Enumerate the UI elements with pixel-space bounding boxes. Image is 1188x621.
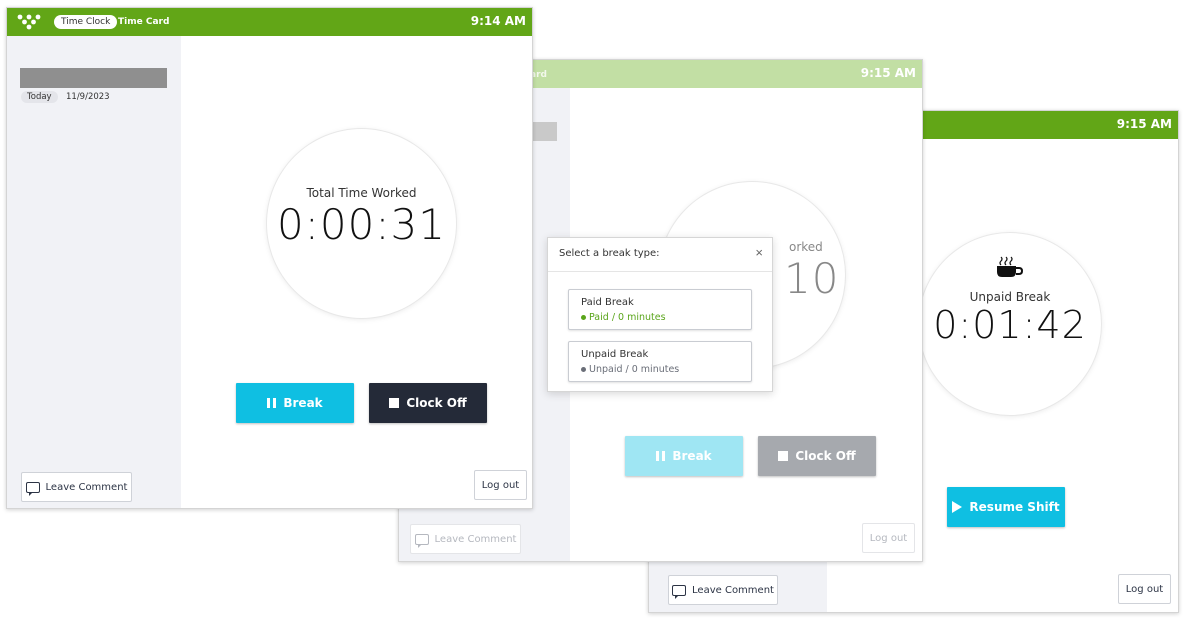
coffee-cup-icon xyxy=(994,255,1024,279)
leave-comment-label: Leave Comment xyxy=(45,481,128,493)
leave-comment-button[interactable]: Leave Comment xyxy=(668,575,778,605)
total-time-circle: Total Time Worked 0:00:31 xyxy=(267,129,456,318)
logout-label: Log out xyxy=(869,532,908,544)
break-timer: 0:01:42 xyxy=(933,303,1087,347)
sidebar: Today 11/9/2023 xyxy=(7,36,181,508)
redacted-employee-name xyxy=(20,68,167,88)
clock-off-label: Clock Off xyxy=(795,449,856,463)
break-timer-circle: Unpaid Break 0:01:42 xyxy=(919,233,1101,415)
paid-break-sub: Paid / 0 minutes xyxy=(589,312,666,323)
total-time-timer: 0:00:31 xyxy=(277,200,446,249)
resume-shift-button[interactable]: Resume Shift xyxy=(947,487,1065,527)
clock-time: 9:14 AM xyxy=(470,14,526,28)
comment-icon xyxy=(414,533,429,548)
paid-break-name: Paid Break xyxy=(581,297,634,308)
break-button[interactable]: Break xyxy=(236,383,354,423)
break-button-disabled[interactable]: Break xyxy=(625,436,743,476)
current-date: 11/9/2023 xyxy=(66,92,110,102)
leave-comment-label: Leave Comment xyxy=(692,584,774,596)
logout-label: Log out xyxy=(1125,583,1164,595)
logout-button[interactable]: Log out xyxy=(862,523,915,553)
dialog-title: Select a break type: xyxy=(559,248,660,259)
paid-break-option[interactable]: Paid Break Paid / 0 minutes xyxy=(568,289,752,330)
total-time-label: Total Time Worked xyxy=(306,186,417,200)
screen-clocked-in: Time Clock Time Card 9:14 AM Today 11/9/… xyxy=(6,7,533,509)
break-label: Break xyxy=(672,449,712,463)
break-type-dialog: Select a break type: × Paid Break Paid /… xyxy=(547,237,773,392)
logout-button[interactable]: Log out xyxy=(474,470,527,500)
total-time-label-partial: orked xyxy=(789,240,823,254)
clock-off-label: Clock Off xyxy=(406,396,467,410)
paid-status-dot xyxy=(581,315,586,320)
dialog-divider xyxy=(548,271,772,272)
top-bar: Time Clock Time Card 9:14 AM xyxy=(7,8,532,36)
leave-comment-button[interactable]: Leave Comment xyxy=(21,472,132,502)
clock-off-button-disabled[interactable]: Clock Off xyxy=(758,436,876,476)
stop-icon xyxy=(389,398,400,408)
leave-comment-label: Leave Comment xyxy=(434,533,517,545)
play-icon xyxy=(952,501,963,513)
break-label: Break xyxy=(283,396,323,410)
pause-icon xyxy=(656,451,666,461)
timer-partial: 10 xyxy=(784,254,840,303)
leave-comment-button[interactable]: Leave Comment xyxy=(410,524,521,554)
comment-icon xyxy=(25,481,40,496)
logout-label: Log out xyxy=(481,479,520,491)
close-icon[interactable]: × xyxy=(755,245,763,260)
clock-time: 9:15 AM xyxy=(1116,117,1172,131)
unpaid-break-sub: Unpaid / 0 minutes xyxy=(589,364,680,375)
clock-time: 9:15 AM xyxy=(860,66,916,80)
unpaid-break-name: Unpaid Break xyxy=(581,349,649,360)
pause-icon xyxy=(267,398,277,408)
logout-button[interactable]: Log out xyxy=(1118,574,1171,604)
tab-time-card[interactable]: Time Card xyxy=(118,17,169,27)
stop-icon xyxy=(778,451,789,461)
clock-off-button[interactable]: Clock Off xyxy=(369,383,487,423)
app-logo-icon xyxy=(17,14,41,30)
break-type-label: Unpaid Break xyxy=(969,290,1051,304)
today-badge: Today xyxy=(21,91,58,103)
tab-time-clock[interactable]: Time Clock xyxy=(54,15,118,29)
paid-break-detail: Paid / 0 minutes xyxy=(581,312,666,323)
unpaid-break-detail: Unpaid / 0 minutes xyxy=(581,364,679,375)
unpaid-status-dot xyxy=(581,367,586,372)
unpaid-break-option[interactable]: Unpaid Break Unpaid / 0 minutes xyxy=(568,341,752,382)
comment-icon xyxy=(672,584,687,599)
resume-shift-label: Resume Shift xyxy=(969,500,1060,514)
